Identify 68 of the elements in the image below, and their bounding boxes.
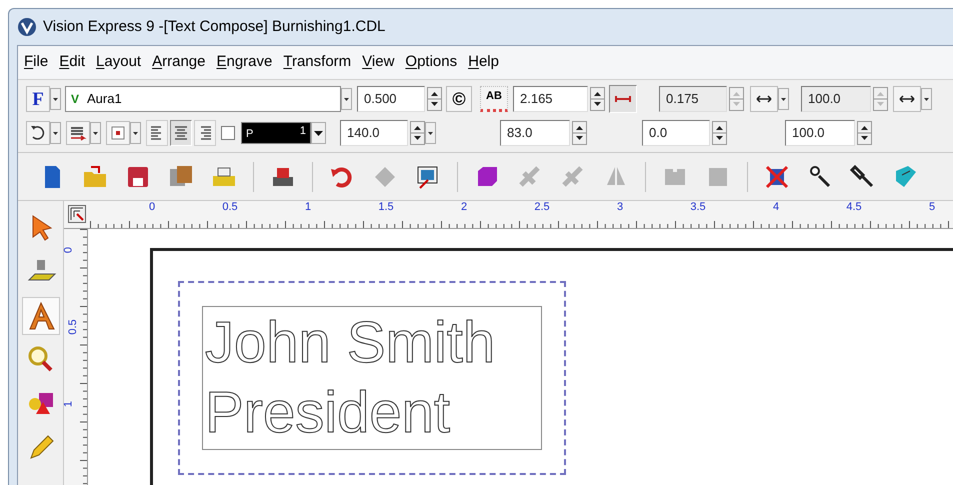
spinner-icon[interactable] [857,121,872,145]
font-type-label: V [71,91,80,108]
font-name: Aura1 [87,90,122,108]
ruler-label: 0.5 [222,202,238,213]
spinner-icon[interactable] [712,121,727,145]
width-lock-button[interactable] [609,85,637,113]
engraved-text-line[interactable]: President [203,378,452,448]
spinner-icon[interactable] [590,87,605,111]
align-right-button[interactable] [194,120,216,146]
engraved-text-line[interactable]: John Smith [203,308,498,378]
ruler-label: 4.5 [846,202,862,213]
spinner-icon[interactable] [410,121,425,145]
window-title: Vision Express 9 -[Text Compose] Burnishing1.CDL [43,16,386,37]
kerning-button[interactable]: AB [480,86,508,112]
menu-item[interactable]: Arrange [150,51,208,74]
ruler-label: 1 [64,400,75,408]
ruler-label: 4 [772,202,780,213]
ruler-label: 5 [928,202,936,213]
pen-label: P [246,126,254,142]
menu-item[interactable]: Engrave [214,51,274,74]
pen-number: 1 [300,124,306,139]
ruler-label: 3 [616,202,624,213]
ruler-origin-icon[interactable] [68,205,86,223]
align-left-button[interactable] [146,120,168,146]
app-logo-icon [17,17,37,37]
menu-item[interactable]: Options [403,51,460,74]
align-center-button[interactable] [170,120,192,146]
ruler-label: 3.5 [690,202,706,213]
lines-icon [175,126,187,140]
menu-item[interactable]: Transform [281,51,354,74]
number-field[interactable]: 140.0 [340,120,408,146]
number-field[interactable]: 0.0 [642,120,710,146]
menu-item[interactable]: View [360,51,396,74]
pen-swatch[interactable]: P 1 [241,122,311,144]
number-field[interactable]: 100.0 [785,120,855,146]
number-field[interactable]: 0.500 [357,86,425,112]
spinner-icon[interactable] [427,87,442,111]
menu-item[interactable]: Edit [57,51,88,74]
double-arrow-icon [899,94,915,104]
lines-icon [151,126,163,140]
line-spacing-icon[interactable] [66,121,90,145]
tool-button[interactable] [22,297,60,335]
ruler-label: 1.5 [378,202,394,213]
direction-button[interactable] [750,86,778,112]
text-block[interactable]: John Smith President [202,306,542,450]
ruler-label: 0.5 [68,319,80,335]
menu-item[interactable]: Help [466,51,501,74]
double-arrow-icon [756,94,772,104]
ruler-label: 1 [304,202,312,213]
direction-button[interactable] [893,86,921,112]
frame-icon[interactable] [106,121,130,145]
rotate-icon[interactable] [26,121,50,145]
width-bar-icon [615,94,631,104]
copyright-button[interactable]: © [446,86,472,112]
outline-checkbox[interactable] [221,126,235,140]
menu-item[interactable]: Layout [94,51,144,74]
ruler-label: 2.5 [534,202,550,213]
font-combo[interactable]: V Aura1 [65,86,341,112]
lines-icon [199,126,211,140]
spinner-icon[interactable] [572,121,587,145]
number-field[interactable]: 83.0 [500,120,570,146]
ruler-label: 2 [460,202,468,213]
menu-item[interactable]: File [22,51,50,74]
font-button[interactable]: F [26,86,50,112]
ruler-label: 0 [64,246,75,254]
number-field[interactable]: 2.165 [513,86,588,112]
ruler-label: 0 [148,202,156,213]
plate-outline[interactable]: John Smith President [178,281,566,475]
